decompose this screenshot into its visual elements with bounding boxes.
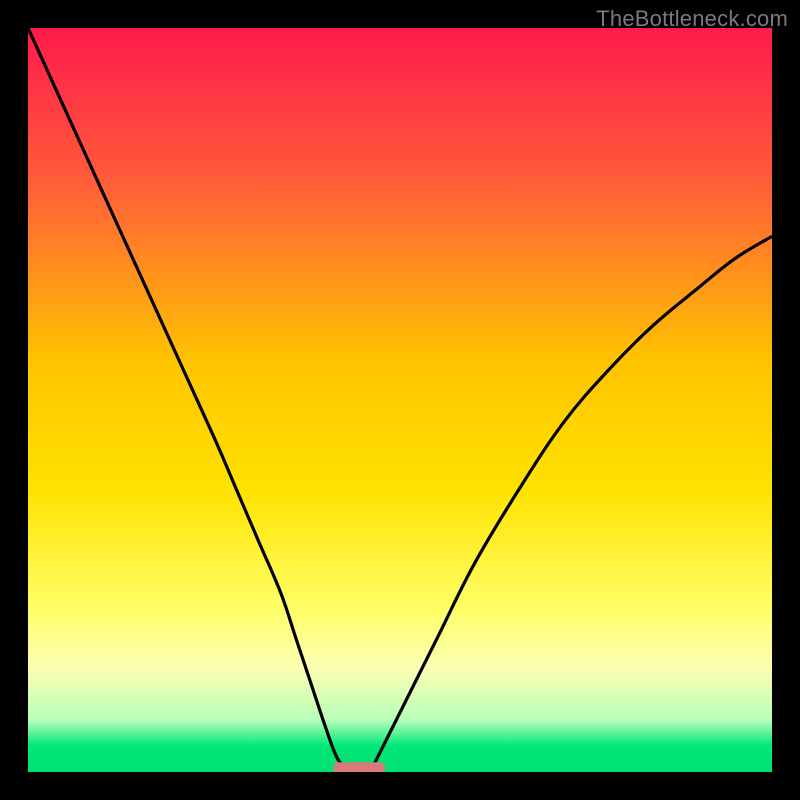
watermark-text: TheBottleneck.com — [596, 6, 788, 32]
chart-frame: TheBottleneck.com — [0, 0, 800, 800]
bottleneck-chart — [28, 28, 772, 772]
gradient-background — [28, 28, 772, 772]
optimum-marker — [333, 762, 385, 772]
